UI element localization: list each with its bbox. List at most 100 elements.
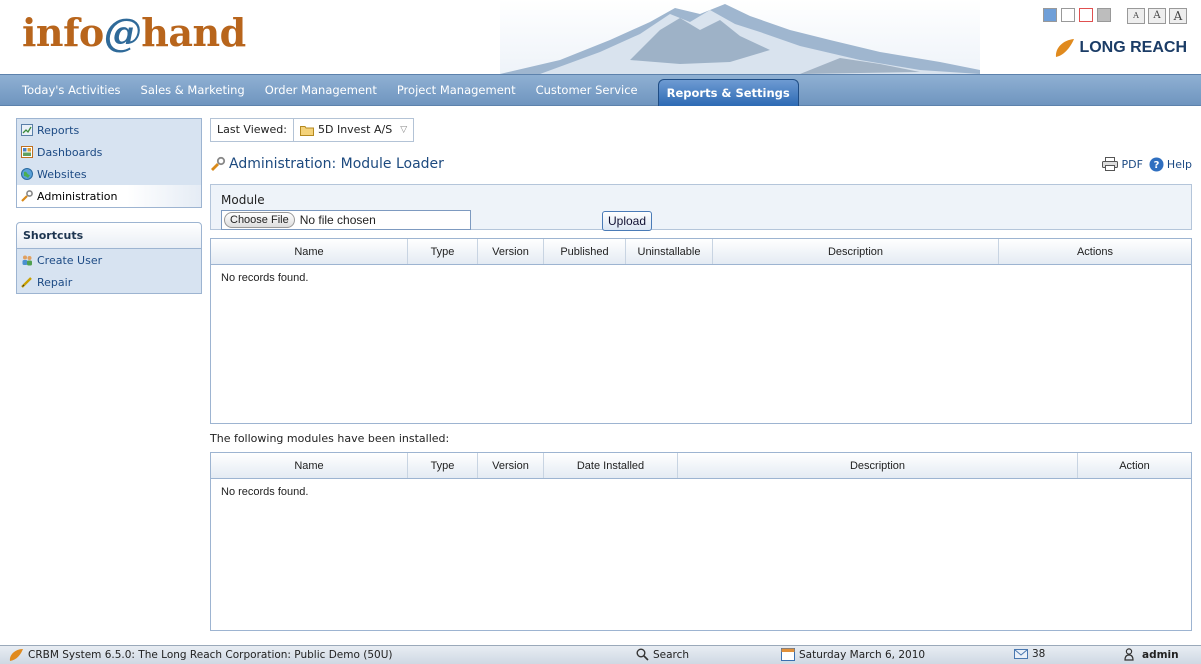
installed-modules-caption: The following modules have been installe… — [210, 432, 450, 445]
long-reach-leaf-icon — [1056, 39, 1075, 57]
status-date[interactable]: Saturday March 6, 2010 — [781, 648, 925, 661]
sidebar-item-dashboards[interactable]: Dashboards — [17, 141, 201, 163]
last-viewed-label: Last Viewed: — [211, 119, 294, 141]
column-header-uninstallable[interactable]: Uninstallable — [626, 239, 713, 264]
sidebar-item-label: Dashboards — [37, 145, 103, 159]
wrench-icon — [21, 190, 33, 202]
column-header-description[interactable]: Description — [678, 453, 1078, 478]
sidebar: Reports Dashboards Websites Administrati… — [16, 118, 202, 294]
nav-sales-marketing[interactable]: Sales & Marketing — [141, 83, 245, 97]
last-viewed-value: 5D Invest A/S — [317, 123, 393, 136]
shortcuts-heading: Shortcuts — [16, 222, 202, 249]
upload-button[interactable]: Upload — [602, 211, 653, 231]
sidebar-item-label: Reports — [37, 123, 80, 137]
date-text: Saturday March 6, 2010 — [799, 648, 926, 661]
no-file-chosen-text: No file chosen — [299, 213, 376, 227]
page-title-text: Administration: Module Loader — [229, 156, 444, 172]
app-logo[interactable]: info@hand — [22, 10, 246, 55]
theme-white-swatch[interactable] — [1061, 8, 1075, 22]
main-content: Last Viewed: 5D Invest A/S ▽ Administrat… — [210, 118, 1192, 631]
mail-icon — [1014, 649, 1028, 659]
nav-customer-service[interactable]: Customer Service — [536, 83, 638, 97]
logo-end-text: hand — [141, 10, 246, 55]
globe-icon — [21, 168, 33, 180]
theme-blue-swatch[interactable] — [1043, 8, 1057, 22]
sidebar-item-websites[interactable]: Websites — [17, 163, 201, 185]
pdf-label: PDF — [1121, 157, 1143, 171]
no-records-message: No records found. — [221, 486, 309, 498]
column-header-type[interactable]: Type — [408, 453, 478, 478]
theme-swatches — [1043, 8, 1111, 22]
nav-reports-settings[interactable]: Reports & Settings — [657, 78, 799, 106]
status-bar: CRBM System 6.5.0: The Long Reach Corpor… — [0, 645, 1201, 664]
shortcut-create-user[interactable]: Create User — [17, 249, 201, 271]
column-header-version[interactable]: Version — [478, 453, 544, 478]
module-file-input[interactable]: Choose File No file chosen — [221, 210, 471, 230]
choose-file-button[interactable]: Choose File — [224, 212, 295, 228]
brand-name: LONG REACH — [1079, 39, 1187, 56]
sidebar-item-label: Websites — [37, 167, 87, 181]
theme-gray-swatch[interactable] — [1097, 8, 1111, 22]
svg-text:?: ? — [1154, 160, 1160, 171]
last-viewed-selector[interactable]: Last Viewed: 5D Invest A/S ▽ — [210, 118, 415, 142]
nav-order-management[interactable]: Order Management — [265, 83, 377, 97]
main-nav: Today's Activities Sales & Marketing Ord… — [0, 74, 1201, 106]
column-header-name[interactable]: Name — [211, 453, 408, 478]
nav-project-management[interactable]: Project Management — [397, 83, 516, 97]
logo-at-text: @ — [103, 10, 142, 55]
installed-modules-table: Name Type Version Date Installed Descrip… — [210, 452, 1192, 631]
page-title-row: Administration: Module Loader PDF ? Help — [210, 154, 1192, 174]
folder-icon — [299, 125, 314, 136]
status-search[interactable]: Search — [636, 648, 689, 661]
title-tools: PDF ? Help — [1102, 157, 1192, 172]
help-icon: ? — [1149, 157, 1164, 171]
shortcut-label: Repair — [37, 275, 73, 289]
shortcut-label: Create User — [37, 253, 103, 267]
sidebar-menu: Reports Dashboards Websites Administrati… — [16, 118, 202, 208]
column-header-version[interactable]: Version — [478, 239, 544, 264]
search-label: Search — [653, 648, 690, 661]
status-mail[interactable]: 38 — [1014, 648, 1045, 660]
column-header-actions[interactable]: Actions — [999, 239, 1191, 264]
calendar-icon — [781, 648, 795, 661]
column-header-date-installed[interactable]: Date Installed — [544, 453, 678, 478]
system-info-text: CRBM System 6.5.0: The Long Reach Corpor… — [28, 649, 393, 661]
dashboards-icon — [21, 146, 33, 158]
column-header-name[interactable]: Name — [211, 239, 408, 264]
column-header-type[interactable]: Type — [408, 239, 478, 264]
theme-red-swatch[interactable] — [1079, 8, 1093, 22]
user-name: admin — [1142, 648, 1179, 661]
pdf-button[interactable]: PDF — [1102, 157, 1143, 171]
help-button[interactable]: ? Help — [1149, 157, 1192, 172]
system-info: CRBM System 6.5.0: The Long Reach Corpor… — [8, 648, 393, 662]
table-header: Name Type Version Published Uninstallabl… — [211, 239, 1191, 265]
font-size-large-button[interactable]: A — [1169, 8, 1187, 24]
search-icon — [636, 648, 649, 661]
shortcut-repair[interactable]: Repair — [17, 271, 201, 293]
page-title: Administration: Module Loader — [210, 156, 444, 172]
repair-pencil-icon — [21, 277, 32, 288]
font-size-small-button[interactable]: A — [1127, 8, 1145, 24]
status-user[interactable]: admin — [1124, 648, 1179, 661]
mountain-banner-image — [500, 0, 980, 74]
reports-icon — [21, 124, 33, 136]
header: info@hand A A A LONG REACH — [0, 0, 1201, 74]
sidebar-item-label: Administration — [37, 189, 118, 203]
last-viewed-dropdown[interactable]: 5D Invest A/S ▽ — [294, 119, 413, 141]
module-label: Module — [221, 193, 265, 207]
chevron-down-icon: ▽ — [400, 125, 408, 135]
logo-main-text: info — [22, 10, 104, 55]
sidebar-item-administration[interactable]: Administration — [17, 185, 201, 207]
printer-icon — [1102, 157, 1119, 171]
brand-logo: LONG REACH — [1053, 38, 1187, 58]
nav-todays-activities[interactable]: Today's Activities — [22, 83, 121, 97]
sidebar-item-reports[interactable]: Reports — [17, 119, 201, 141]
column-header-action[interactable]: Action — [1078, 453, 1191, 478]
column-header-published[interactable]: Published — [544, 239, 626, 264]
wrench-icon — [211, 156, 226, 171]
no-records-message: No records found. — [221, 272, 309, 284]
font-size-medium-button[interactable]: A — [1148, 8, 1166, 24]
column-header-description[interactable]: Description — [713, 239, 999, 264]
mail-count: 38 — [1032, 648, 1046, 660]
module-upload-panel: Module Choose File No file chosen Upload — [210, 184, 1192, 231]
